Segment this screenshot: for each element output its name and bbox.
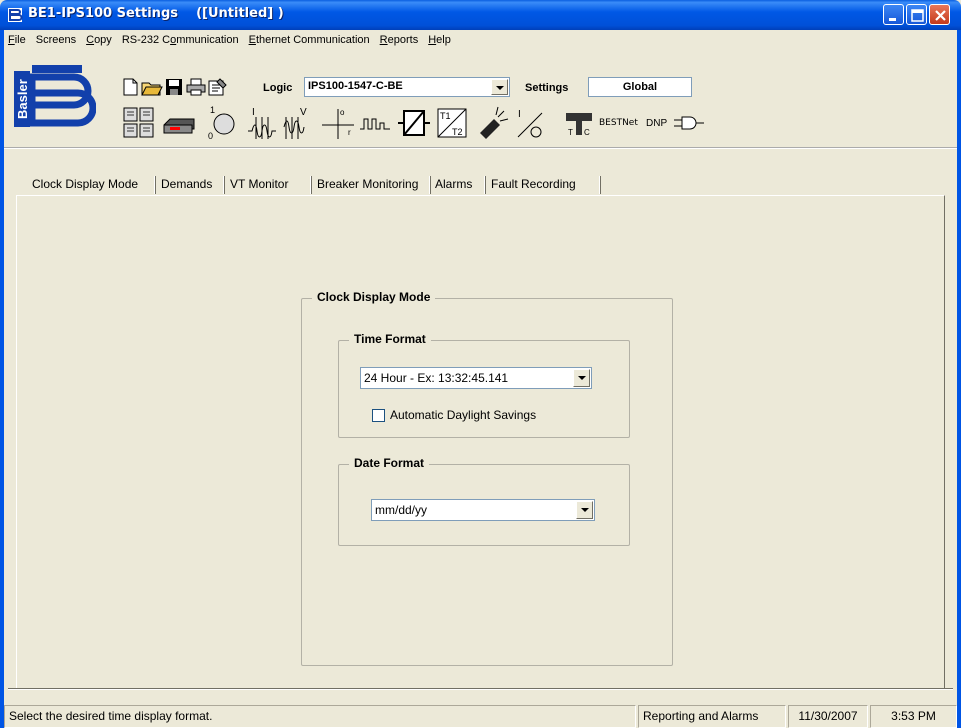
open-folder-icon[interactable] [140,77,164,97]
window-frame-right [957,30,961,728]
menu-screens[interactable]: Screens [32,34,82,46]
date-format-select[interactable]: mm/dd/yy [371,499,595,521]
chevron-down-icon[interactable] [491,79,508,95]
sensor-probe-icon[interactable] [476,105,510,141]
tab-separator [154,176,156,194]
status-section: Reporting and Alarms [638,705,786,728]
status-date: 11/30/2007 [788,705,868,728]
properties-icon[interactable] [206,77,230,97]
logic-gate-io-icon[interactable]: I [514,105,548,141]
svg-text:Basler: Basler [15,79,30,119]
tab-separator [310,176,312,194]
svg-text:1: 1 [210,105,215,115]
svg-text:V: V [300,107,307,118]
tab-alarms[interactable]: Alarms [435,173,472,196]
settings-label: Settings [525,82,569,94]
tab-demands[interactable]: Demands [161,173,212,196]
print-icon[interactable] [184,77,208,97]
basler-app-icon [8,8,23,22]
divider [8,688,953,690]
menu-reports[interactable]: Reports [376,34,425,46]
status-bar: Select the desired time display format. … [0,705,961,728]
io-grid-icon[interactable] [122,105,156,141]
svg-text:0: 0 [208,131,213,141]
toolbar: Basler Logic IPS100-1547-C-BE Settings G… [4,49,957,149]
svg-text:r: r [348,128,351,137]
maximize-button[interactable] [906,4,927,25]
dnp-button[interactable]: DNP [646,118,667,129]
tab-vt-monitor[interactable]: VT Monitor [230,173,288,196]
menu-file[interactable]: File [4,34,32,46]
chevron-down-icon[interactable] [573,369,590,387]
date-format-title: Date Format [349,456,430,470]
trip-close-icon[interactable]: TC [564,105,598,141]
menu-help[interactable]: Help [424,34,457,46]
breaker-switch-icon[interactable]: 10 [200,105,240,141]
phase-angle-icon[interactable]: or [320,105,356,141]
status-message: Select the desired time display format. [4,705,636,728]
maximize-icon [911,9,924,22]
window-title: BE1-IPS100 Settings ([Untitled] ) [28,6,284,21]
timer-t1-t2-icon[interactable]: T1T2 [436,105,470,141]
close-button[interactable] [929,4,950,25]
menu-ethernet-communication[interactable]: Ethernet Communication [245,34,376,46]
menu-copy[interactable]: Copy [82,34,118,46]
tab-separator [599,176,601,194]
basler-logo-icon: Basler [14,65,96,127]
chevron-down-icon[interactable] [576,501,593,519]
new-file-icon[interactable] [118,77,142,97]
voltage-coil-icon[interactable]: V [282,105,316,141]
and-gate-icon[interactable] [672,105,706,141]
save-icon[interactable] [162,77,186,97]
close-icon [935,10,946,21]
logic-label: Logic [263,82,293,94]
status-time: 3:53 PM [870,705,957,728]
bestnet-button[interactable]: BESTNet [599,118,638,128]
svg-text:o: o [340,108,345,117]
tab-separator [223,176,225,194]
time-format-select[interactable]: 24 Hour - Ex: 13:32:45.141 [360,367,592,389]
time-format-group: Time Format 24 Hour - Ex: 13:32:45.141 A… [338,332,630,438]
svg-text:C: C [584,128,590,137]
tab-fault-recording[interactable]: Fault Recording [491,173,576,196]
clock-display-mode-group: Clock Display Mode Time Format 24 Hour -… [301,290,673,666]
tab-separator [484,176,486,194]
menu-bar: File Screens Copy RS-232 Communication E… [4,30,957,49]
title-bar[interactable]: BE1-IPS100 Settings ([Untitled] ) [0,0,961,30]
relay-unit-icon[interactable] [162,105,196,141]
waveform-icon[interactable] [358,105,392,141]
tab-clock-display-mode[interactable]: Clock Display Mode [32,171,138,197]
daylight-savings-label[interactable]: Automatic Daylight Savings [390,408,536,422]
svg-text:I: I [518,109,521,120]
svg-text:T: T [568,128,573,137]
transformer-icon[interactable] [396,105,432,141]
svg-text:T2: T2 [452,127,463,137]
svg-text:I: I [252,107,255,118]
current-coil-icon[interactable]: I [246,105,280,141]
daylight-savings-checkbox[interactable] [372,409,385,422]
clock-display-mode-title: Clock Display Mode [312,290,436,304]
tab-breaker-monitoring[interactable]: Breaker Monitoring [317,173,418,196]
minimize-icon [889,18,896,21]
date-format-group: Date Format mm/dd/yy [338,456,630,546]
tab-separator [429,176,431,194]
menu-rs232-communication[interactable]: RS-232 Communication [118,34,245,46]
minimize-button[interactable] [883,4,904,25]
svg-text:T1: T1 [440,111,451,121]
settings-field[interactable]: Global [588,77,692,97]
logic-select[interactable]: IPS100-1547-C-BE [304,77,510,97]
time-format-title: Time Format [349,332,431,346]
